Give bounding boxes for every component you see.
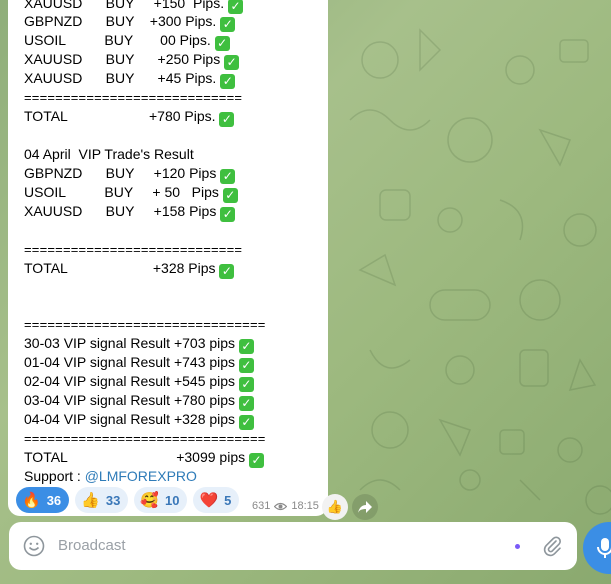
message-line: TOTAL +328 Pips ✓ — [24, 259, 235, 279]
red-heart-icon: ❤️ — [199, 492, 219, 509]
support-line: Support : @LMFOREXPRO — [24, 468, 197, 484]
emoji-smile-icon[interactable] — [23, 535, 45, 557]
check-mark-icon: ✓ — [220, 207, 236, 222]
check-mark-icon: ✓ — [238, 415, 254, 430]
message-line: 04 April VIP Trade's Result — [24, 146, 194, 162]
check-mark-icon: ✓ — [220, 74, 236, 89]
message-bubble[interactable]: XAUUSD BUY +150 Pips. ✓ GBPNZD BUY +300 P… — [8, 0, 328, 516]
separator-line: =============================== — [24, 317, 266, 332]
check-mark-icon: ✓ — [238, 358, 254, 373]
share-arrow-icon — [358, 501, 372, 513]
message-line: TOTAL +780 Pips. ✓ — [24, 107, 235, 127]
check-mark-icon: ✓ — [214, 36, 230, 51]
check-mark-icon: ✓ — [219, 112, 235, 127]
reaction-count: 10 — [165, 492, 180, 508]
message-line: 01-04 VIP signal Result +743 pips ✓ — [24, 353, 254, 373]
check-mark-icon: ✓ — [222, 188, 238, 203]
separator-line: ============================ — [24, 90, 243, 105]
message-composer: Broadcast — [9, 522, 577, 570]
message-line: USOIL BUY + 50 Pips ✓ — [24, 183, 238, 203]
thumbs-up-icon: 👍 — [326, 499, 344, 514]
reaction-count: 36 — [46, 492, 62, 508]
share-button[interactable] — [352, 494, 378, 520]
message-meta: 631 18:15 — [252, 500, 319, 512]
check-mark-icon: ✓ — [220, 17, 236, 32]
check-mark-icon: ✓ — [249, 453, 264, 468]
message-line: XAUUSD BUY +250 Pips ✓ — [24, 50, 240, 70]
check-mark-icon: ✓ — [220, 169, 236, 184]
message-line: 30-03 VIP signal Result +703 pips ✓ — [24, 334, 254, 354]
quick-reaction-button[interactable]: 👍 — [322, 494, 348, 520]
reaction-count: 5 — [224, 492, 232, 508]
check-mark-icon: ✓ — [219, 264, 235, 279]
message-line: GBPNZD BUY +300 Pips. ✓ — [24, 12, 236, 32]
check-mark-icon: ✓ — [224, 55, 240, 70]
message-line: 03-04 VIP signal Result +780 pips ✓ — [24, 391, 254, 411]
message-line: XAUUSD BUY +158 Pips ✓ — [24, 202, 236, 222]
check-mark-icon: ✓ — [238, 377, 254, 392]
reactions-bar: 🔥 36 👍 33 🥰 10 ❤️ 5 — [16, 487, 240, 513]
attach-paperclip-icon[interactable] — [541, 535, 563, 557]
broadcast-input[interactable]: Broadcast — [58, 537, 126, 554]
check-mark-icon: ✓ — [238, 396, 254, 411]
microphone-icon — [597, 538, 611, 558]
smiling-hearts-icon: 🥰 — [140, 492, 159, 509]
thumbs-up-icon: 👍 — [81, 492, 100, 509]
check-mark-icon: ✓ — [238, 339, 254, 354]
message-line: 04-04 VIP signal Result +328 pips ✓ — [24, 410, 254, 430]
reaction-smiling-hearts[interactable]: 🥰 10 — [134, 487, 188, 513]
view-count: 631 — [252, 500, 271, 512]
unread-dot — [515, 544, 520, 549]
reaction-thumbs-up[interactable]: 👍 33 — [75, 487, 129, 513]
eye-icon — [274, 502, 288, 510]
message-line: GBPNZD BUY +120 Pips ✓ — [24, 164, 236, 184]
message-line: TOTAL +3099 pips ✓ — [24, 448, 264, 468]
reaction-count: 33 — [105, 492, 121, 508]
message-line: USOIL BUY 00 Pips. ✓ — [24, 31, 230, 51]
reaction-fire[interactable]: 🔥 36 — [16, 487, 70, 513]
message-line: 02-04 VIP signal Result +545 pips ✓ — [24, 372, 254, 392]
separator-line: =============================== — [24, 431, 266, 446]
support-username-link[interactable]: @LMFOREXPRO — [85, 468, 197, 484]
message-time: 18:15 — [291, 500, 319, 512]
message-line: XAUUSD BUY +45 Pips. ✓ — [24, 69, 236, 89]
fire-icon: 🔥 — [22, 492, 41, 509]
reaction-red-heart[interactable]: ❤️ 5 — [193, 487, 240, 513]
separator-line: ============================ — [24, 242, 243, 257]
